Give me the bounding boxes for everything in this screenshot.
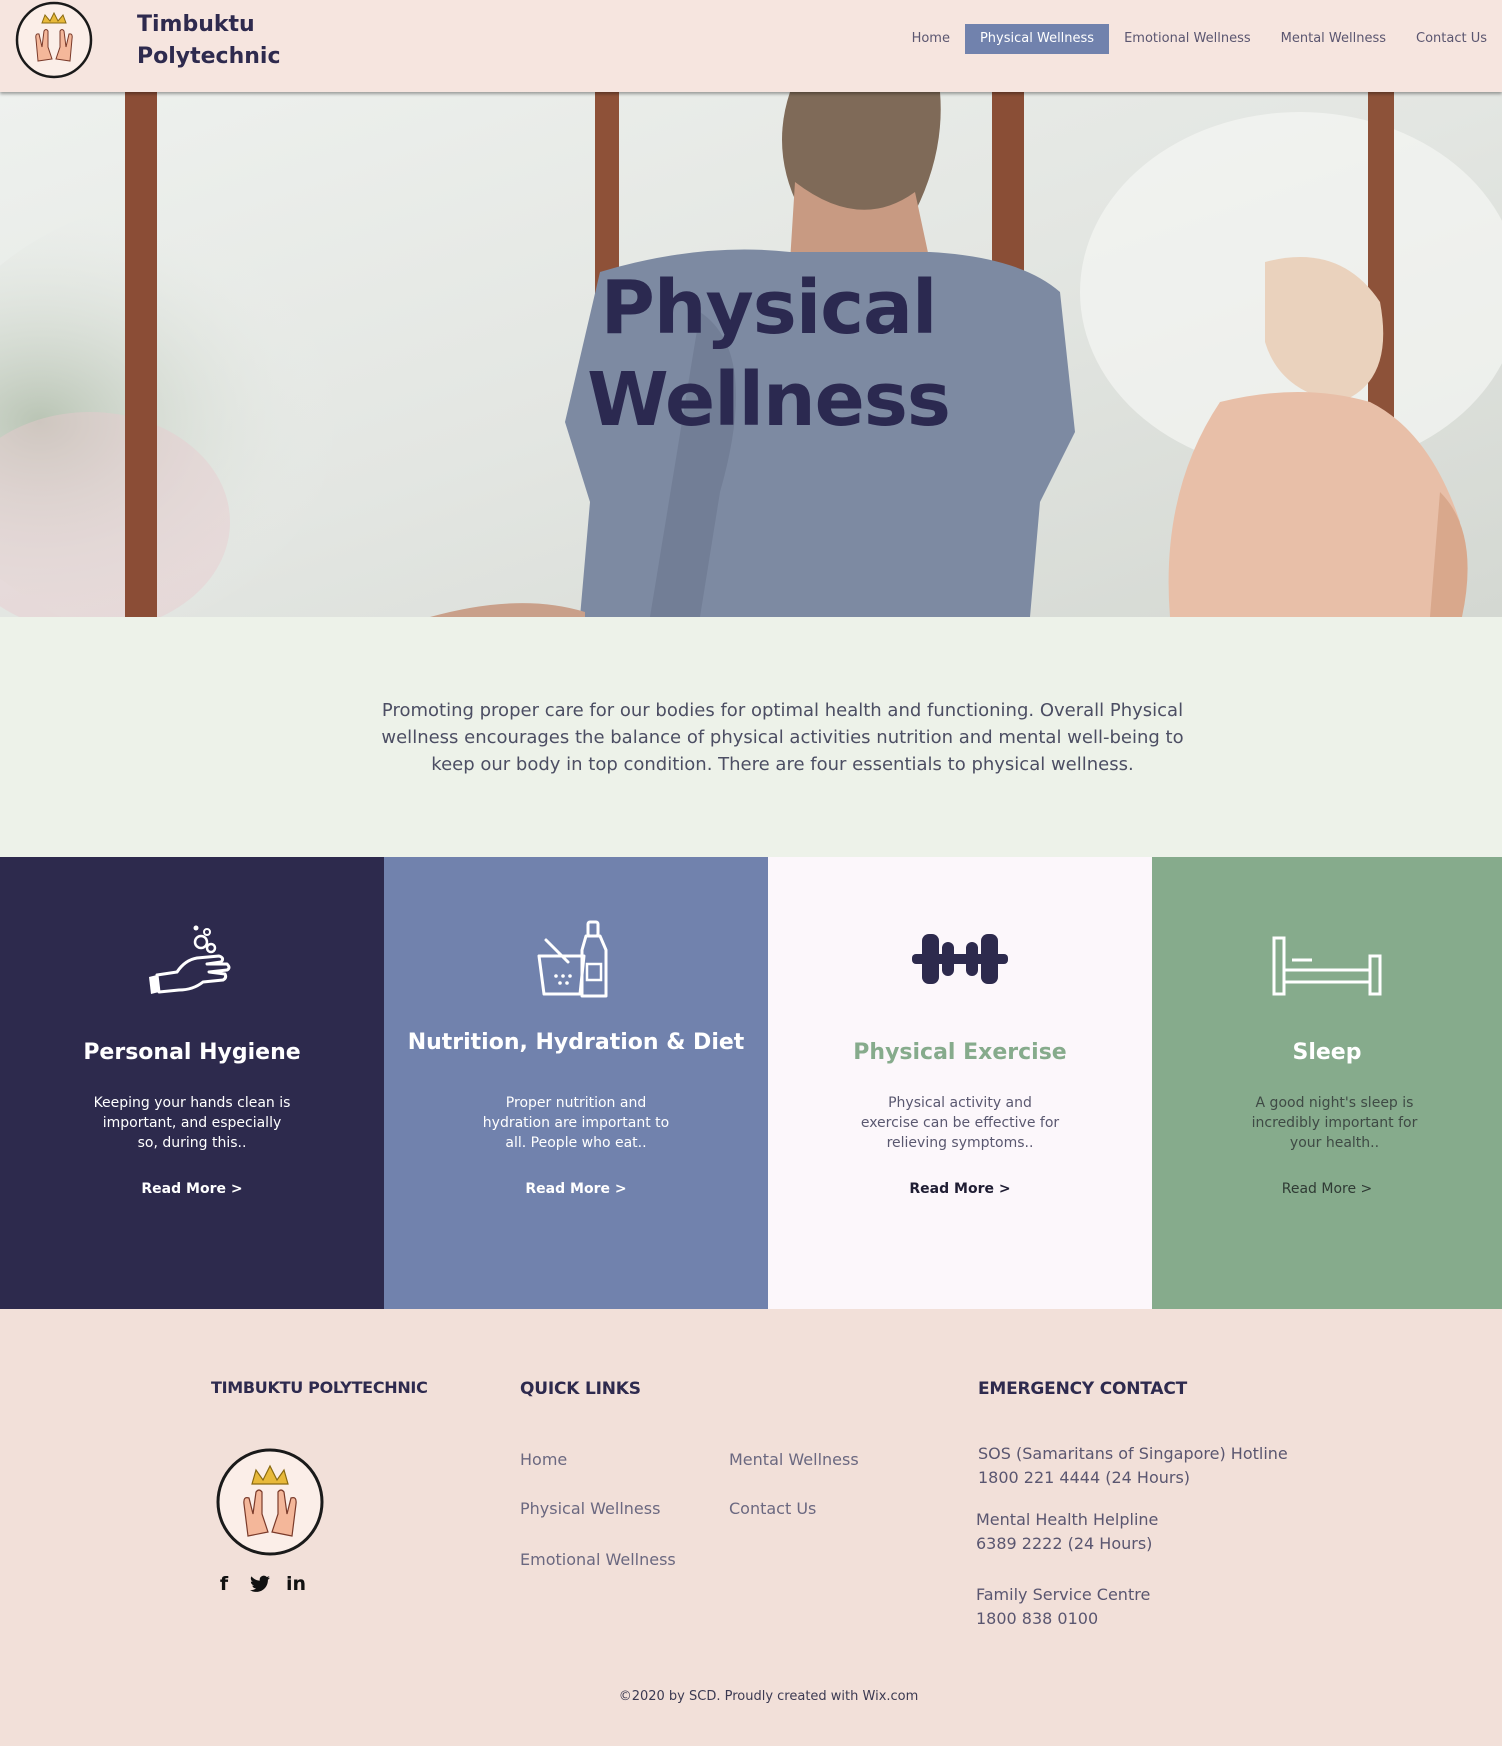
card-nutrition: Nutrition, Hydration & Diet Proper nutri… (384, 857, 768, 1309)
nav-mental-wellness[interactable]: Mental Wellness (1266, 24, 1401, 54)
contact-name: Family Service Centre (976, 1585, 1151, 1604)
card-sleep: Sleep A good night's sleep is incredibly… (1152, 857, 1502, 1309)
hand-washing-icon (0, 920, 384, 1000)
copyright-text: ©2020 by SCD. Proudly created with Wix.c… (618, 1689, 919, 1704)
contact-mental-health-helpline: Mental Health Helpline 6389 2222 (24 Hou… (976, 1508, 1158, 1556)
card-description: Physical activity and exercise can be ef… (860, 1095, 1060, 1151)
contact-name: Mental Health Helpline (976, 1510, 1159, 1529)
intro-text: Promoting proper care for our bodies for… (381, 700, 1184, 775)
emergency-contact-heading: EMERGENCY CONTACT (978, 1379, 1187, 1399)
card-title: Nutrition, Hydration & Diet (407, 1030, 745, 1055)
brand-line-2: Polytechnic (137, 44, 281, 69)
wellness-cards: Personal Hygiene Keeping your hands clea… (0, 857, 1502, 1309)
read-more-link[interactable]: Read More > (1152, 1181, 1502, 1197)
hero-banner: Physical Wellness (0, 92, 1502, 617)
footer-link-home[interactable]: Home (520, 1450, 567, 1469)
facebook-icon[interactable]: f (213, 1573, 235, 1595)
read-more-link[interactable]: Read More > (768, 1181, 1152, 1197)
nav-emotional-wellness[interactable]: Emotional Wellness (1109, 24, 1266, 54)
card-title: Physical Exercise (853, 1040, 1067, 1065)
linkedin-icon[interactable]: in (285, 1573, 307, 1595)
contact-family-service-centre: Family Service Centre 1800 838 0100 (976, 1583, 1150, 1631)
footer-link-contact-us[interactable]: Contact Us (729, 1499, 816, 1518)
page-title-line-1: Physical (600, 265, 938, 351)
card-physical-exercise: Physical Exercise Physical activity and … (768, 857, 1152, 1309)
dumbbell-icon (768, 920, 1152, 1000)
contact-sos: SOS (Samaritans of Singapore) Hotline 18… (978, 1442, 1288, 1490)
contact-number[interactable]: 1800 838 0100 (976, 1607, 1150, 1631)
footer-link-physical-wellness[interactable]: Physical Wellness (520, 1499, 660, 1518)
page-title-line-2: Wellness (587, 357, 951, 443)
card-description: A good night's sleep is incredibly impor… (1251, 1095, 1418, 1151)
card-title: Sleep (1292, 1040, 1362, 1065)
brand-line-1: Timbuktu (137, 12, 255, 37)
page-title: Physical Wellness (0, 262, 1502, 446)
bed-icon (1152, 920, 1502, 1000)
intro-section: Promoting proper care for our bodies for… (0, 617, 1502, 857)
read-more-link[interactable]: Read More > (0, 1181, 384, 1197)
nav-home[interactable]: Home (897, 24, 965, 54)
card-description: Keeping your hands clean is important, a… (93, 1095, 291, 1151)
footer-link-mental-wellness[interactable]: Mental Wellness (729, 1450, 859, 1469)
card-description: Proper nutrition and hydration are impor… (482, 1095, 670, 1151)
brand-name[interactable]: Timbuktu Polytechnic (137, 9, 281, 73)
card-title: Personal Hygiene (83, 1040, 301, 1065)
footer-link-emotional-wellness[interactable]: Emotional Wellness (520, 1550, 676, 1569)
nav-physical-wellness[interactable]: Physical Wellness (964, 24, 1110, 54)
nutrition-basket-icon (384, 920, 768, 1000)
footer-logo-icon[interactable] (214, 1448, 326, 1556)
contact-number[interactable]: 1800 221 4444 (24 Hours) (978, 1466, 1288, 1490)
footer-brand: TIMBUKTU POLYTECHNIC (211, 1378, 428, 1397)
read-more-link[interactable]: Read More > (384, 1181, 768, 1197)
twitter-icon[interactable] (249, 1573, 271, 1595)
logo-icon[interactable] (14, 1, 94, 79)
quick-links-heading: QUICK LINKS (520, 1379, 641, 1399)
social-links: f in (213, 1573, 307, 1595)
card-personal-hygiene: Personal Hygiene Keeping your hands clea… (0, 857, 384, 1309)
nav-contact-us[interactable]: Contact Us (1401, 24, 1502, 54)
site-header: Timbuktu Polytechnic Home Physical Welln… (0, 0, 1502, 92)
main-nav: Home Physical Wellness Emotional Wellnes… (897, 24, 1502, 54)
contact-number[interactable]: 6389 2222 (24 Hours) (976, 1532, 1158, 1556)
site-footer: TIMBUKTU POLYTECHNIC f in QUICK LINKS Ho… (0, 1309, 1502, 1746)
contact-name: SOS (Samaritans of Singapore) Hotline (978, 1444, 1288, 1463)
